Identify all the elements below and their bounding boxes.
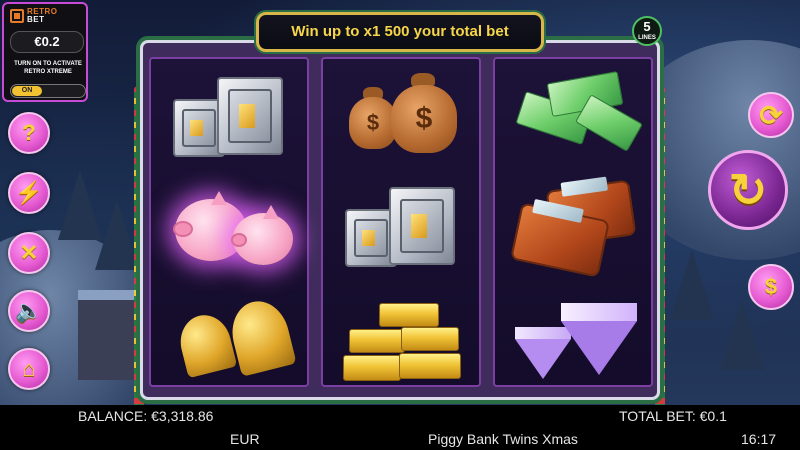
gold-bar [401, 327, 459, 351]
tools-icon: ✕ [19, 240, 39, 265]
safe-gold [238, 104, 255, 128]
help-button[interactable]: ? [8, 112, 50, 154]
reel-1 [149, 57, 309, 387]
spin-button[interactable]: ↻ [708, 150, 788, 230]
symbol-gold-bars [339, 299, 469, 389]
gold-bar [343, 355, 401, 381]
autoplay-icon: ⟳ [759, 99, 783, 131]
pig-snout [231, 233, 247, 247]
logo-text-part2: BET [27, 15, 45, 24]
symbol-safe [345, 179, 465, 279]
gold-bar [399, 353, 461, 379]
game-name-label: Piggy Bank Twins Xmas [428, 431, 578, 447]
logo-mark-icon [10, 9, 24, 23]
lightning-icon: ⚡ [15, 180, 43, 205]
pig-ear [263, 205, 279, 219]
settings-button[interactable]: ✕ [8, 232, 50, 274]
safe-gold [410, 214, 427, 238]
autoplay-button[interactable]: ⟳ [748, 92, 794, 138]
symbol-safe [173, 69, 293, 169]
symbol-cash-stack [509, 71, 645, 161]
toggle-label: ON [12, 86, 42, 96]
logo-text: RETRO BET [27, 8, 58, 24]
status-bar: BALANCE: €3,318.86 TOTAL BET: €0.1 EUR P… [0, 405, 800, 450]
lines-badge: 5 LINES [632, 16, 662, 46]
tree [720, 300, 764, 370]
lines-label: LINES [638, 35, 656, 41]
bet-panel: RETRO BET €0.2 TURN ON TO ACTIVATE RETRO… [2, 2, 88, 102]
balance-display: BALANCE: €3,318.86 [78, 408, 214, 424]
clock: 16:17 [741, 431, 777, 447]
gold-bar [379, 303, 439, 327]
safe-large [217, 77, 283, 155]
home-button[interactable]: ⌂ [8, 348, 50, 390]
money-bag-small: $ [349, 97, 397, 149]
tree [95, 200, 139, 270]
safe-door [399, 199, 445, 253]
total-bet-display: TOTAL BET: €0.1 [619, 408, 727, 424]
money-bag-large: $ [391, 85, 457, 153]
currency-button[interactable]: $ [748, 264, 794, 310]
bag-dollar-sign: $ [415, 102, 433, 135]
diamond-large-top [561, 303, 637, 321]
xtreme-toggle[interactable]: ON [10, 84, 86, 98]
bet-value-display[interactable]: €0.2 [10, 31, 84, 53]
sound-button[interactable]: 🔈 [8, 290, 50, 332]
diamond-large [561, 321, 637, 375]
symbol-wallet [509, 176, 645, 279]
pig-small [231, 205, 293, 265]
reel-frame: $ $ [140, 40, 660, 400]
safe-gold [362, 229, 375, 247]
symbol-diamonds [505, 299, 645, 389]
safe-gold [190, 119, 203, 137]
pig-ear [211, 191, 227, 205]
tree [670, 250, 714, 320]
home-icon: ⌂ [22, 356, 36, 381]
turbo-button[interactable]: ⚡ [8, 172, 50, 214]
currency-label: EUR [230, 431, 260, 447]
bag-dollar-sign: $ [366, 110, 380, 135]
bell-right [225, 295, 297, 377]
symbol-bells [171, 295, 301, 385]
symbol-piggy-bank [171, 189, 301, 279]
xtreme-hint: TURN ON TO ACTIVATE RETRO XTREME [14, 61, 82, 75]
gold-bar [349, 329, 405, 353]
retrobet-logo: RETRO BET [10, 8, 58, 24]
safe-door [227, 89, 273, 143]
spin-icon: ↻ [728, 164, 768, 216]
reel-3 [493, 57, 653, 387]
lines-count: 5 [643, 19, 651, 34]
safe-large [389, 187, 455, 265]
safe-door [181, 108, 217, 148]
pig-snout [173, 221, 193, 237]
win-banner: Win up to x1 500 your total bet [256, 12, 544, 52]
reel-2: $ $ [321, 57, 481, 387]
speaker-icon: 🔈 [15, 298, 43, 323]
symbol-money-bags: $ $ [345, 73, 465, 163]
bell-left [174, 309, 238, 379]
safe-door [353, 218, 389, 258]
wallet-bill [560, 176, 609, 197]
dollar-icon: $ [764, 274, 778, 299]
question-icon: ? [22, 120, 36, 145]
